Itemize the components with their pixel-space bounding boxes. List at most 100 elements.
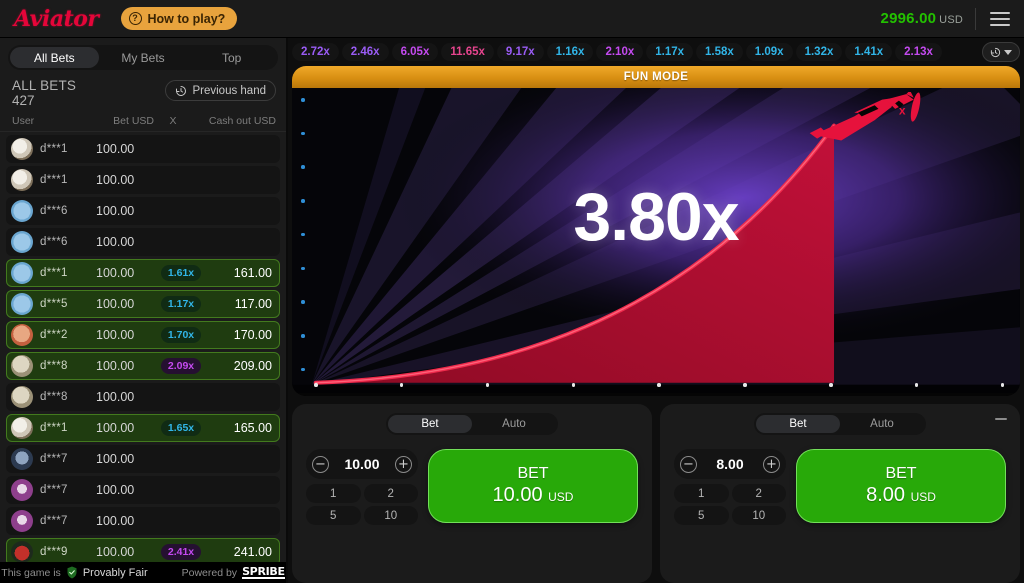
- minus-circle-icon[interactable]: −: [312, 455, 329, 473]
- table-row[interactable]: d***8 100.00 2.09x 209.00: [6, 352, 280, 380]
- bet-multiplier-cell: 1.70x: [158, 327, 204, 343]
- x-axis-tick: [314, 383, 318, 387]
- bet-cashout-amount: 209.00: [233, 359, 272, 373]
- bet-amount: 100.00: [96, 235, 135, 249]
- eagle-avatar: [11, 417, 33, 439]
- bet-user-name: d***1: [40, 174, 68, 186]
- quick-amount-grid: 1 2 5 10: [306, 484, 418, 525]
- bet-button[interactable]: BET 8.00 USD: [796, 449, 1006, 523]
- x-axis-tick: [399, 383, 404, 387]
- history-toggle-button[interactable]: [982, 42, 1020, 62]
- bet-user-name: d***5: [40, 298, 68, 310]
- balance-currency: USD: [939, 14, 963, 26]
- car-avatar: [11, 541, 33, 563]
- quick-amount-5[interactable]: 5: [674, 506, 729, 525]
- history-multiplier-9[interactable]: 1.09x: [745, 43, 793, 61]
- history-multiplier-12[interactable]: 2.13x: [895, 43, 942, 61]
- bets-list[interactable]: d***1 100.00 d***1 100.00 d***6 100.00 d***6 10…: [0, 132, 286, 583]
- eagle-avatar: [11, 138, 33, 160]
- table-row[interactable]: d***5 100.00 1.17x 117.00: [6, 290, 280, 318]
- quick-amount-2[interactable]: 2: [731, 484, 786, 503]
- stake-value[interactable]: 10.00: [344, 456, 379, 472]
- history-clock-icon: [176, 85, 187, 96]
- status-badge: 1.70x: [160, 327, 202, 343]
- bet-multiplier-cell: 2.41x: [158, 544, 204, 560]
- bet-amount: 100.00: [96, 545, 135, 559]
- table-row[interactable]: d***2 100.00 1.70x 170.00: [6, 321, 280, 349]
- bet-user-name: d***1: [40, 267, 68, 279]
- quick-amount-1[interactable]: 1: [674, 484, 729, 503]
- this-game-is-label: This game is: [1, 566, 61, 579]
- table-row[interactable]: d***7 100.00: [6, 445, 280, 473]
- history-multiplier-6[interactable]: 2.10x: [596, 43, 644, 61]
- history-multiplier-0[interactable]: 2.72x: [292, 43, 339, 61]
- collapse-panel-minus-icon[interactable]: [995, 418, 1007, 420]
- bet-user-name: d***8: [40, 391, 68, 403]
- quick-amount-2[interactable]: 2: [363, 484, 418, 503]
- status-badge: 2.09x: [160, 358, 202, 374]
- tab-all-bets[interactable]: All Bets: [10, 47, 99, 68]
- table-row[interactable]: d***1 100.00 1.65x 165.00: [6, 414, 280, 442]
- question-circle-icon: ?: [128, 12, 142, 25]
- chevron-down-icon: [1004, 49, 1012, 55]
- tab-auto[interactable]: Auto: [472, 415, 556, 433]
- history-multiplier-10[interactable]: 1.32x: [795, 43, 843, 61]
- minus-circle-icon[interactable]: −: [680, 455, 697, 473]
- table-row[interactable]: d***7 100.00: [6, 476, 280, 504]
- top-bar-right: 2996.00 USD: [880, 7, 1012, 30]
- tab-top[interactable]: Top: [187, 47, 276, 68]
- table-row[interactable]: d***1 100.00: [6, 135, 280, 163]
- plane-avatar: [11, 293, 33, 315]
- all-bets-label: ALL BETS: [12, 78, 77, 93]
- quick-amount-10[interactable]: 10: [363, 506, 418, 525]
- stake-value[interactable]: 8.00: [716, 456, 743, 472]
- stake-controls: − 8.00 +1 2 5 10: [674, 449, 786, 525]
- history-multiplier-5[interactable]: 1.16x: [546, 43, 594, 61]
- bet-user-name: d***7: [40, 515, 68, 527]
- game-wrapper: FUN MODE 3.80x x: [288, 66, 1024, 396]
- bet-amount: 100.00: [96, 421, 135, 435]
- bet-amount: 100.00: [96, 142, 135, 156]
- status-badge: 2.41x: [160, 544, 202, 560]
- history-multiplier-3[interactable]: 11.65x: [441, 43, 494, 61]
- all-bets-count: 427: [12, 93, 35, 108]
- tab-bet[interactable]: Bet: [388, 415, 472, 433]
- bet-panel-body: − 8.00 +1 2 5 10 BET 8.00 USD: [660, 435, 1020, 525]
- table-row[interactable]: d***8 100.00: [6, 383, 280, 411]
- game-canvas: FUN MODE 3.80x x: [292, 66, 1020, 396]
- history-multiplier-11[interactable]: 1.41x: [845, 43, 893, 61]
- history-multiplier-2[interactable]: 6.05x: [391, 43, 439, 61]
- quick-amount-1[interactable]: 1: [306, 484, 361, 503]
- balance-amount: 2996.00: [880, 10, 937, 27]
- y-axis-tick: [301, 165, 305, 169]
- history-multiplier-7[interactable]: 1.17x: [646, 43, 694, 61]
- history-multiplier-1[interactable]: 2.46x: [341, 43, 389, 61]
- previous-hand-button[interactable]: Previous hand: [165, 80, 276, 101]
- table-row[interactable]: d***7 100.00: [6, 507, 280, 535]
- x-axis-tick: [485, 383, 490, 387]
- all-bets-header: ALL BETS 427 Previous hand: [0, 74, 286, 112]
- bet-amount: 100.00: [96, 328, 135, 342]
- table-row[interactable]: d***1 100.00: [6, 166, 280, 194]
- history-multiplier-4[interactable]: 9.17x: [496, 43, 544, 61]
- how-to-play-button[interactable]: ? How to play?: [120, 7, 238, 30]
- tab-my-bets[interactable]: My Bets: [99, 47, 188, 68]
- plane-avatar: [11, 231, 33, 253]
- x-axis-tick: [571, 383, 576, 387]
- quick-amount-5[interactable]: 5: [306, 506, 361, 525]
- tab-bet[interactable]: Bet: [756, 415, 840, 433]
- table-row[interactable]: d***6 100.00: [6, 228, 280, 256]
- bet-amount: 100.00: [96, 173, 135, 187]
- hamburger-menu-icon[interactable]: [988, 10, 1012, 28]
- fun-mode-banner: FUN MODE: [292, 66, 1020, 88]
- bet-button[interactable]: BET 10.00 USD: [428, 449, 638, 523]
- quick-amount-10[interactable]: 10: [731, 506, 786, 525]
- history-multiplier-8[interactable]: 1.58x: [696, 43, 743, 61]
- plus-circle-icon[interactable]: +: [394, 455, 412, 473]
- tab-auto[interactable]: Auto: [840, 415, 924, 433]
- table-row[interactable]: d***6 100.00: [6, 197, 280, 225]
- table-row[interactable]: d***1 100.00 1.61x 161.00: [6, 259, 280, 287]
- provably-fair-label[interactable]: Provably Fair: [83, 567, 148, 579]
- plus-circle-icon[interactable]: +: [763, 455, 780, 473]
- quantity-stepper: − 8.00 +: [674, 449, 786, 479]
